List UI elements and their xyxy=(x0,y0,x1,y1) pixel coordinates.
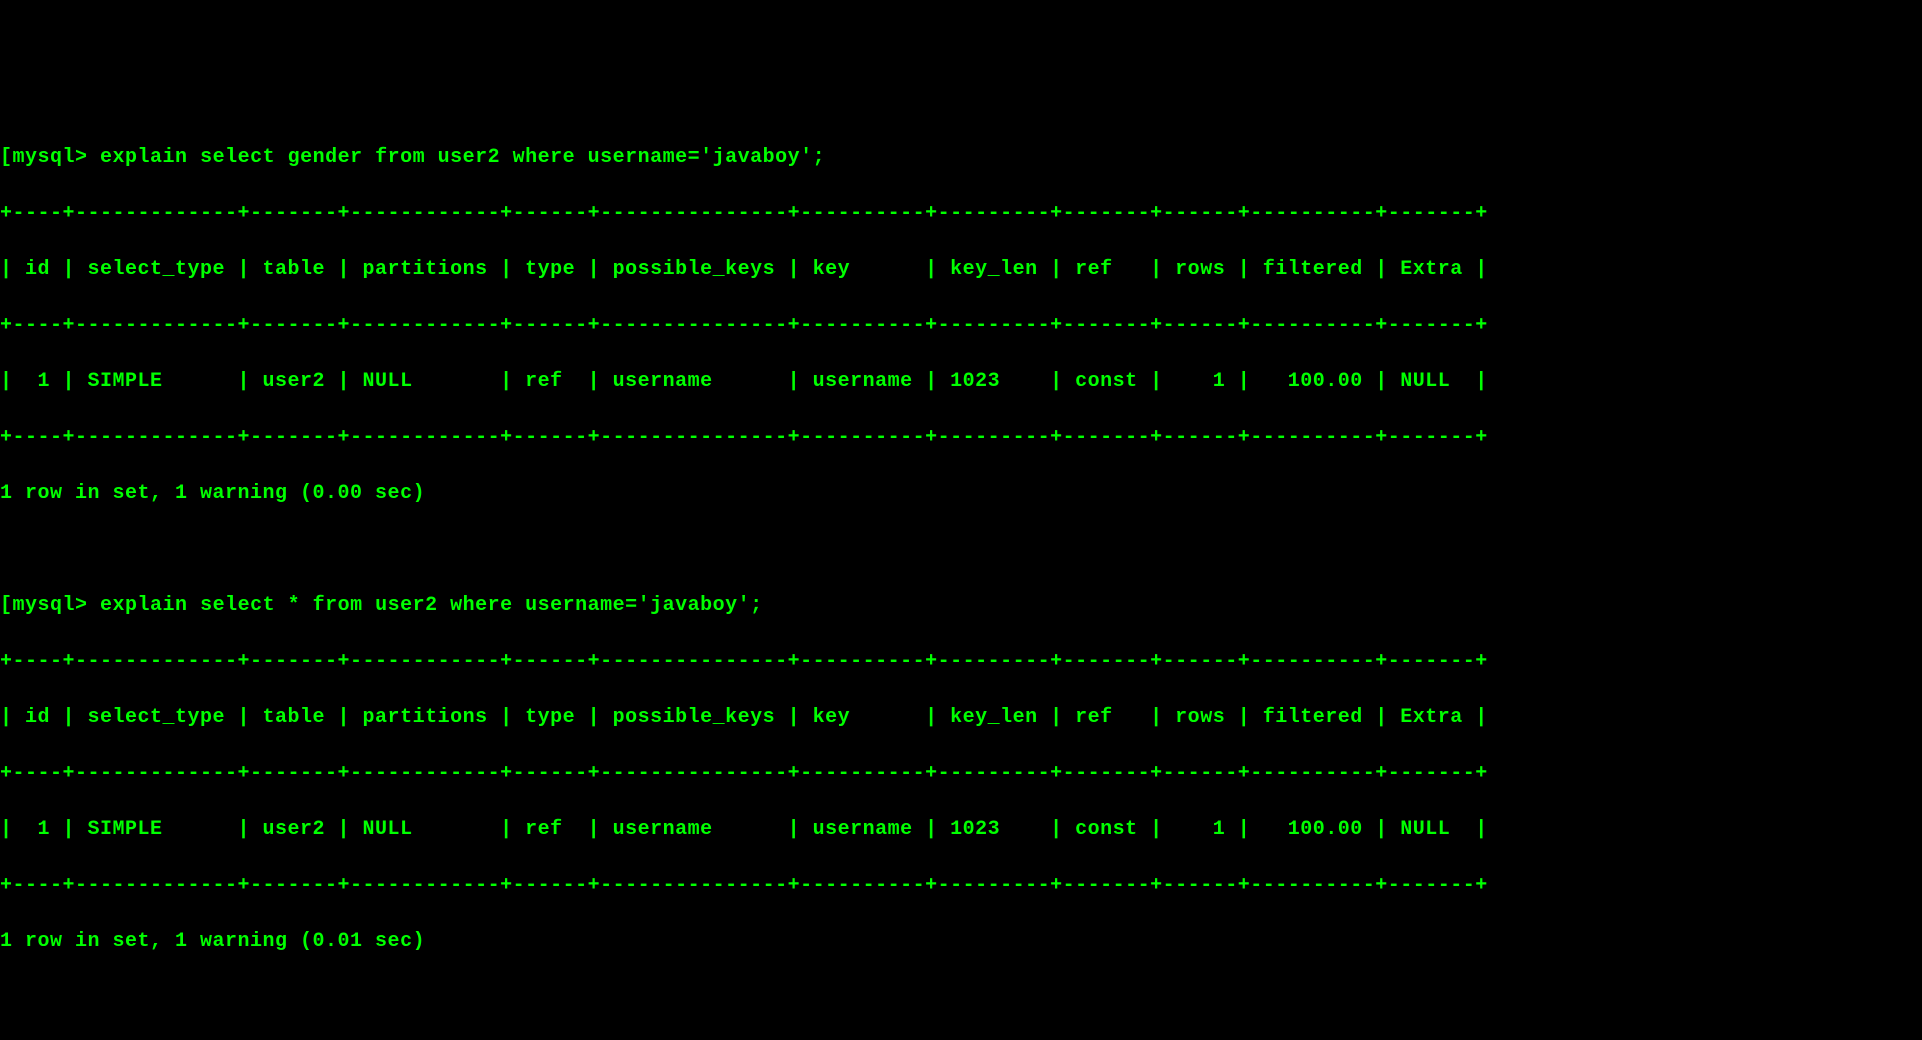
query-line-1: [mysql> explain select gender from user2… xyxy=(0,144,1922,172)
query-status: 1 row in set, 1 warning (0.01 sec) xyxy=(0,928,1922,956)
query-line-2: [mysql> explain select * from user2 wher… xyxy=(0,592,1922,620)
table-header-row: | id | select_type | table | partitions … xyxy=(0,704,1922,732)
terminal-output: [mysql> explain select gender from user2… xyxy=(0,116,1922,984)
bracket-icon: [ xyxy=(0,592,13,620)
table-border-mid: +----+-------------+-------+------------… xyxy=(0,760,1922,788)
table-header-row: | id | select_type | table | partitions … xyxy=(0,256,1922,284)
table-border-bottom: +----+-------------+-------+------------… xyxy=(0,872,1922,900)
blank-line xyxy=(0,536,1922,564)
bracket-icon: [ xyxy=(0,144,13,172)
sql-command[interactable]: explain select * from user2 where userna… xyxy=(100,592,763,620)
query-status: 1 row in set, 1 warning (0.00 sec) xyxy=(0,480,1922,508)
table-row: | 1 | SIMPLE | user2 | NULL | ref | user… xyxy=(0,368,1922,396)
table-border-top: +----+-------------+-------+------------… xyxy=(0,200,1922,228)
table-border-top: +----+-------------+-------+------------… xyxy=(0,648,1922,676)
mysql-prompt: mysql> xyxy=(13,592,88,620)
table-border-mid: +----+-------------+-------+------------… xyxy=(0,312,1922,340)
table-border-bottom: +----+-------------+-------+------------… xyxy=(0,424,1922,452)
mysql-prompt: mysql> xyxy=(13,144,88,172)
table-row: | 1 | SIMPLE | user2 | NULL | ref | user… xyxy=(0,816,1922,844)
sql-command[interactable]: explain select gender from user2 where u… xyxy=(100,144,825,172)
